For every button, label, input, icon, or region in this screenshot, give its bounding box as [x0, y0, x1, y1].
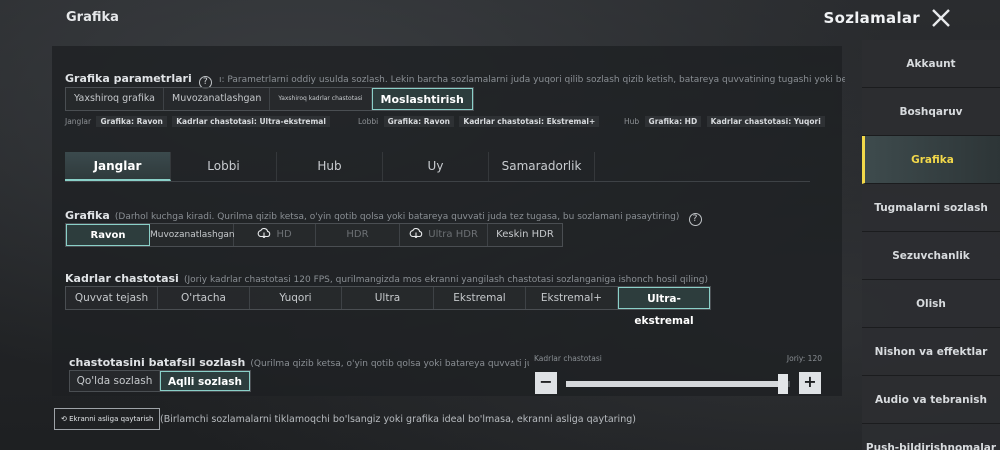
frame-rate-label: Kadrlar chastotasi: [65, 272, 179, 285]
sidebar-item-effects[interactable]: Nishon va effektlar: [862, 328, 1000, 376]
slider-increase-button[interactable]: +: [799, 372, 821, 394]
graphics-desc: (Darhol kuchga kiradi. Qurilma qizib ket…: [114, 212, 680, 222]
quality-hd[interactable]: HD: [234, 224, 316, 246]
quality-sharp-hdr[interactable]: Keskin HDR: [488, 224, 562, 246]
cloud-download-icon: [409, 228, 423, 238]
sidebar-item-buttons[interactable]: Tugmalarni sozlash: [862, 184, 1000, 232]
sidebar-item-controls[interactable]: Boshqaruv: [862, 88, 1000, 136]
quality-smooth[interactable]: Ravon: [66, 224, 150, 246]
top-bar: Grafika Sozlamalar: [0, 0, 1000, 40]
summary-tag: Grafika: Ravon: [383, 116, 454, 127]
settings-panel: Grafika parametrlari ? ı: Parametrlarni …: [52, 46, 845, 396]
close-icon: [932, 9, 950, 27]
mode-tabs: Janglar Lobbi Hub Uy Samaradorlik: [65, 152, 810, 182]
slider-decrease-button[interactable]: −: [535, 372, 557, 394]
detail-mode-selector: Qo'lda sozlash Aqlli sozlash: [69, 370, 251, 392]
frame-rate-desc: (Joriy kadrlar chastotasi 120 FPS, quril…: [183, 275, 709, 285]
graphics-preset-selector: Yaxshiroq grafika Muvozanatlashgan Yaxsh…: [65, 87, 474, 111]
quality-ultra-hdr[interactable]: Ultra HDR: [400, 224, 488, 246]
slider-value: Joriy: 120: [786, 354, 822, 363]
slider-thumb[interactable]: [778, 374, 789, 394]
section-title: Grafika: [66, 10, 119, 25]
tab-hub[interactable]: Hub: [277, 152, 383, 181]
sidebar-item-notifications[interactable]: Push-bildirishnomalar: [862, 424, 1000, 450]
fps-extreme-plus[interactable]: Ekstremal+: [526, 287, 618, 309]
frame-rate-slider[interactable]: [566, 381, 790, 387]
fps-ultra[interactable]: Ultra: [342, 287, 434, 309]
settings-sidebar: Akkaunt Boshqaruv Grafika Tugmalarni soz…: [862, 40, 1000, 450]
summary-tag: Kadrlar chastotasi: Ekstremal+: [459, 116, 600, 127]
detail-row: chastotasini batafsil sozlash (Qurilma q…: [69, 351, 529, 370]
summary-tag: Kadrlar chastotasi: Yuqori: [706, 116, 825, 127]
tab-lobby[interactable]: Lobbi: [171, 152, 277, 181]
summary-hub: Hub Grafika: HD Kadrlar chastotasi: Yuqo…: [624, 116, 825, 127]
fps-high[interactable]: Yuqori: [250, 287, 342, 309]
close-button[interactable]: [930, 7, 952, 29]
quality-balanced[interactable]: Muvozanatlashgan: [150, 224, 235, 246]
graphics-params-row: Grafika parametrlari ? ı: Parametrlarni …: [65, 67, 845, 89]
summary-tag: Grafika: HD: [644, 116, 702, 127]
preset-balanced[interactable]: Muvozanatlashgan: [164, 88, 271, 110]
preset-custom[interactable]: Moslashtirish: [371, 88, 473, 110]
page-title: Sozlamalar: [823, 9, 920, 27]
sidebar-item-pickup[interactable]: Olish: [862, 280, 1000, 328]
graphics-quality-selector: Ravon Muvozanatlashgan HD HDR Ultra HDR …: [65, 223, 563, 247]
graphics-params-label: Grafika parametrlari: [65, 72, 192, 85]
tab-performance[interactable]: Samaradorlik: [489, 152, 595, 181]
summary-match: Janglar Grafika: Ravon Kadrlar chastotas…: [65, 116, 330, 127]
sidebar-item-audio[interactable]: Audio va tebranish: [862, 376, 1000, 424]
summary-tag: Grafika: Ravon: [96, 116, 167, 127]
fps-power-saving[interactable]: Quvvat tejash: [66, 287, 158, 309]
fps-extreme[interactable]: Ekstremal: [434, 287, 526, 309]
undo-icon: ⟲: [61, 415, 67, 423]
slider-label: Kadrlar chastotasi: [534, 354, 602, 363]
graphics-label: Grafika: [65, 209, 110, 222]
mode-manual[interactable]: Qo'lda sozlash: [70, 371, 160, 391]
frame-rate-selector: Quvvat tejash O'rtacha Yuqori Ultra Ekst…: [65, 286, 711, 327]
slider-fill: [566, 381, 784, 387]
preset-better-fps[interactable]: Yaxshiroq kadrlar chastotasi: [270, 88, 372, 110]
mode-smart[interactable]: Aqlli sozlash: [160, 371, 250, 391]
summary-tag: Kadrlar chastotasi: Ultra-ekstremal: [172, 116, 330, 127]
tab-matches[interactable]: Janglar: [65, 152, 171, 181]
fps-medium[interactable]: O'rtacha: [158, 287, 250, 309]
reset-screen-button[interactable]: ⟲ Ekranni asliga qaytarish: [54, 408, 161, 430]
graphics-params-desc: ı: Parametrlarni oddiy usulda sozlash. L…: [218, 75, 845, 85]
sidebar-item-graphics[interactable]: Grafika: [862, 136, 1000, 184]
sidebar-item-sensitivity[interactable]: Sezuvchanlik: [862, 232, 1000, 280]
presets-summary: Janglar Grafika: Ravon Kadrlar chastotas…: [65, 116, 825, 130]
preset-better-graphics[interactable]: Yaxshiroq grafika: [66, 88, 165, 110]
detail-desc: (Qurilma qizib ketsa, o'yin qotib qolsa …: [250, 359, 529, 369]
reset-desc: (Birlamchi sozlamalarni tiklamoqchi bo'l…: [160, 414, 636, 425]
summary-lobby: Lobbi Grafika: Ravon Kadrlar chastotasi:…: [358, 116, 600, 127]
frame-rate-row: Kadrlar chastotasi (Joriy kadrlar chasto…: [65, 267, 835, 286]
detail-label: chastotasini batafsil sozlash: [69, 356, 246, 369]
cloud-download-icon: [257, 228, 271, 238]
tab-home[interactable]: Uy: [383, 152, 489, 181]
quality-hdr[interactable]: HDR: [316, 224, 400, 246]
fps-ultra-extreme[interactable]: Ultra-ekstremal: [618, 287, 710, 327]
sidebar-item-account[interactable]: Akkaunt: [862, 40, 1000, 88]
help-icon[interactable]: ?: [688, 213, 702, 226]
